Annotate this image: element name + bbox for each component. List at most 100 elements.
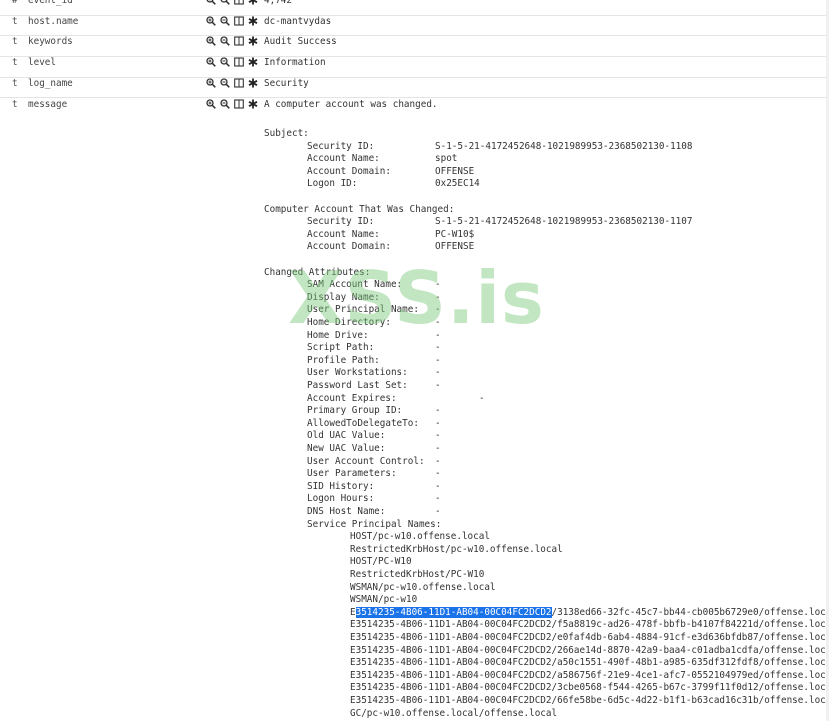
exists-filter-icon[interactable]	[248, 0, 258, 5]
field-actions	[206, 57, 258, 67]
message-line-value: -	[435, 304, 441, 316]
message-line: WSMAN/pc-w10	[350, 594, 418, 606]
message-line: Subject:	[264, 128, 309, 139]
message-line: E3514235-4B06-11D1-AB04-00C04FC2DCD2/3cb…	[350, 682, 829, 694]
field-actions	[206, 0, 258, 5]
zoom-out-icon[interactable]	[220, 78, 230, 88]
message-line: New UAC Value:	[307, 443, 386, 454]
field-actions	[206, 98, 258, 109]
message-line: HOST/PC-W10	[350, 556, 412, 568]
field-actions	[206, 16, 258, 26]
field-actions	[206, 78, 258, 88]
message-line: Account Name:	[307, 228, 380, 240]
message-line: Security ID:	[307, 216, 375, 228]
zoom-in-icon[interactable]	[206, 36, 216, 47]
zoom-out-icon[interactable]	[220, 16, 230, 26]
message-line: DNS Host Name:	[307, 506, 386, 517]
field-type-icon: t	[12, 15, 18, 27]
zoom-out-icon[interactable]	[220, 36, 230, 47]
message-line-value: -	[435, 329, 441, 341]
message-line: User Account Control:	[307, 455, 425, 467]
field-row: t level Information	[0, 57, 826, 78]
toggle-column-icon[interactable]	[234, 98, 244, 109]
zoom-out-icon[interactable]	[220, 98, 230, 109]
message-line: Account Expires:	[307, 392, 397, 404]
field-value: dc-mantvydas	[264, 15, 332, 27]
message-line: HOST/pc-w10.offense.local	[350, 531, 490, 543]
message-text: /3138ed66-32fc-45c7-bb44-cb005b6729e0/of…	[551, 606, 829, 618]
message-line: E3514235-4B06-11D1-AB04-00C04FC2DCD2/313…	[350, 606, 829, 620]
message-line: Display Name:	[307, 291, 380, 303]
field-value: Audit Success	[264, 36, 337, 48]
message-line: Computer Account That Was Changed:	[264, 203, 455, 215]
message-line: RestrictedKrbHost/PC-W10	[350, 569, 485, 580]
message-line: E3514235-4B06-11D1-AB04-00C04FC2DCD2/a50…	[350, 657, 829, 669]
toggle-column-icon[interactable]	[234, 78, 244, 88]
toggle-column-icon[interactable]	[234, 0, 244, 5]
field-type-icon: #	[12, 0, 18, 6]
zoom-in-icon[interactable]	[206, 98, 216, 109]
message-line-value: -	[435, 468, 441, 480]
field-value: Security	[264, 77, 309, 89]
message-line-value: -	[435, 443, 441, 454]
field-row: t host.name dc-mantvydas	[0, 16, 826, 37]
zoom-in-icon[interactable]	[206, 0, 216, 5]
message-line-value: -	[435, 354, 441, 366]
message-line-value: -	[435, 455, 441, 467]
message-line-value: -	[435, 506, 441, 517]
field-name: event_id	[28, 0, 73, 6]
message-line: Old UAC Value:	[307, 430, 386, 442]
message-line: User Principal Name:	[307, 304, 419, 316]
field-row: # event_id 4,742	[0, 0, 826, 16]
toggle-column-icon[interactable]	[234, 16, 244, 26]
field-value: 4,742	[264, 0, 292, 6]
field-row: t message A computer account was changed…	[0, 99, 826, 120]
field-type-icon: t	[12, 98, 18, 110]
message-line-value: -	[435, 367, 441, 379]
message-line: WSMAN/pc-w10.offense.local	[350, 581, 496, 593]
zoom-in-icon[interactable]	[206, 78, 216, 88]
exists-filter-icon[interactable]	[248, 78, 258, 88]
message-line: RestrictedKrbHost/pc-w10.offense.local	[350, 543, 563, 555]
message-line: AllowedToDelegateTo:	[307, 417, 419, 429]
message-line: Logon Hours:	[307, 493, 375, 505]
toggle-column-icon[interactable]	[234, 57, 244, 67]
message-line: Primary Group ID:	[307, 405, 403, 417]
zoom-out-icon[interactable]	[220, 0, 230, 5]
message-line: Home Directory:	[307, 317, 391, 328]
exists-filter-icon[interactable]	[248, 57, 258, 67]
message-line-value: -	[435, 342, 441, 354]
exists-filter-icon[interactable]	[248, 36, 258, 46]
message-line-value: S-1-5-21-4172452648-1021989953-236850213…	[435, 140, 693, 152]
exists-filter-icon[interactable]	[248, 99, 258, 109]
selected-text[interactable]: 3514235-4B06-11D1-AB04-00C04FC2DCD2	[355, 606, 552, 618]
message-line-value: OFFENSE	[435, 241, 475, 253]
field-type-icon: t	[12, 57, 18, 69]
field-value: Information	[264, 57, 326, 69]
message-line: E3514235-4B06-11D1-AB04-00C04FC2DCD2/66f…	[350, 695, 829, 706]
zoom-out-icon[interactable]	[220, 57, 230, 67]
message-line-value: -	[435, 430, 441, 442]
exists-filter-icon[interactable]	[248, 16, 258, 26]
zoom-in-icon[interactable]	[206, 57, 216, 67]
message-line-value: -	[479, 392, 485, 404]
field-row: t keywords Audit Success	[0, 36, 826, 58]
field-name: level	[28, 57, 56, 69]
message-line: SAM Account Name:	[307, 279, 403, 291]
field-value: A computer account was changed.	[264, 98, 438, 110]
message-line: SID History:	[307, 480, 375, 492]
message-line-value: -	[435, 493, 441, 505]
message-text: E	[350, 606, 356, 618]
message-line: User Workstations:	[307, 367, 408, 379]
field-name: log_name	[28, 77, 73, 89]
field-actions	[206, 36, 258, 47]
zoom-in-icon[interactable]	[206, 16, 216, 26]
message-line-value: -	[435, 405, 441, 417]
message-line-value: -	[435, 380, 441, 391]
message-line: Logon ID:	[307, 178, 358, 190]
message-line-value: 0x25EC14	[435, 178, 480, 190]
message-line-value: -	[435, 417, 441, 429]
message-line: E3514235-4B06-11D1-AB04-00C04FC2DCD2/f5a…	[350, 619, 829, 631]
toggle-column-icon[interactable]	[234, 36, 244, 46]
message-line-value: -	[435, 317, 441, 328]
